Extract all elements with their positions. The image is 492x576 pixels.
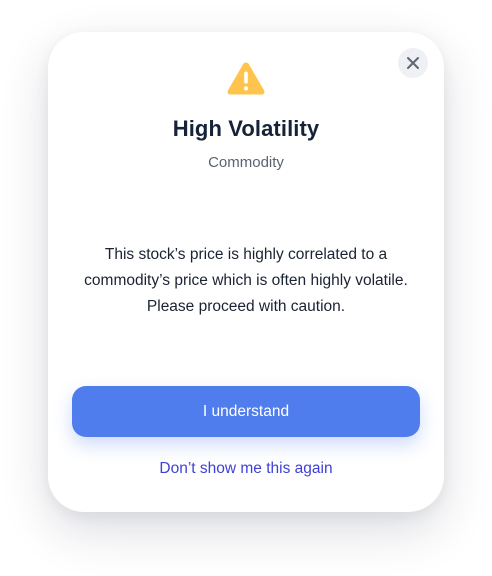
close-icon <box>407 57 419 69</box>
dialog-message: This stock’s price is highly correlated … <box>78 242 414 320</box>
dont-show-again-link[interactable]: Don’t show me this again <box>48 460 444 478</box>
message-line: Please proceed with caution. <box>146 298 346 315</box>
i-understand-button[interactable]: I understand <box>72 386 420 437</box>
message-line: commodity’s price which is often highly … <box>84 272 408 289</box>
volatility-warning-dialog: High Volatility Commodity This stock’s p… <box>48 32 444 512</box>
message-line: This stock’s price is highly correlated … <box>104 246 388 263</box>
warning-triangle-icon <box>227 62 265 95</box>
page-backdrop: High Volatility Commodity This stock’s p… <box>0 0 492 576</box>
close-button[interactable] <box>398 48 428 78</box>
dialog-title: High Volatility <box>172 116 320 141</box>
dialog-subtitle: Commodity <box>208 154 284 171</box>
